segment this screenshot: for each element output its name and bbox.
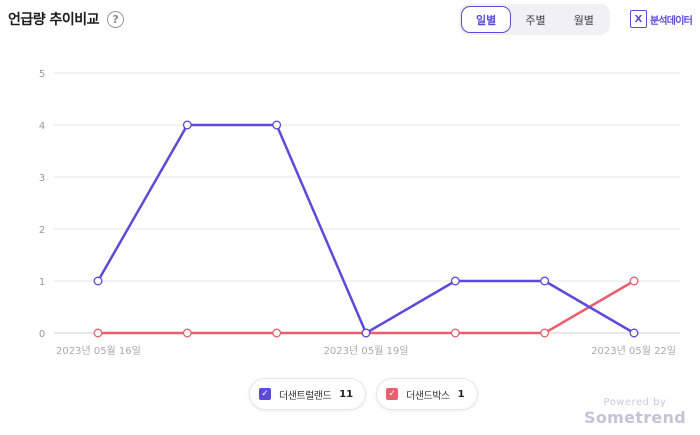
- data-point: [450, 276, 460, 286]
- y-tick-label: 3: [39, 173, 45, 184]
- data-point: [361, 328, 371, 338]
- data-point: [629, 276, 639, 286]
- data-point: [629, 328, 639, 338]
- line-chart: 0 1 2 3 4 5 2023년 05월 16일 2023년 05월 19일 2023년 05…: [39, 69, 680, 357]
- analysis-data-button[interactable]: X 분석데이터: [630, 10, 693, 28]
- help-icon[interactable]: ?: [107, 10, 125, 28]
- data-point: [93, 328, 103, 338]
- legend-series-count: 1: [457, 388, 465, 400]
- series-line: [96, 279, 636, 335]
- chart-header: 언급량 추이비교 ?: [8, 9, 125, 29]
- legend-item-series-2[interactable]: ✓ 더샌드박스 1: [376, 378, 478, 410]
- data-point: [540, 276, 550, 286]
- y-tick-label: 5: [39, 69, 45, 80]
- legend-item-series-1[interactable]: ✓ 더샌트럴랜드 11: [249, 378, 367, 410]
- brand-logo-text: Sometrend: [584, 408, 686, 427]
- powered-by-text: Powered by: [603, 397, 667, 408]
- data-point: [272, 120, 282, 130]
- y-tick-label: 0: [39, 329, 45, 340]
- legend-series-name: 더샌트럴랜드: [279, 390, 332, 402]
- legend-series-name: 더샌드박스: [406, 390, 450, 402]
- excel-icon: X: [630, 10, 647, 28]
- powered-by-logo: Powered by Sometrend: [584, 397, 686, 427]
- y-tick-label: 1: [39, 277, 45, 288]
- data-point: [272, 328, 282, 338]
- tab-daily[interactable]: 일별: [461, 6, 512, 33]
- y-tick-label: 2: [39, 225, 45, 236]
- legend-series-count: 11: [339, 388, 354, 400]
- checkbox-icon[interactable]: ✓: [259, 388, 271, 400]
- chart-legend: ✓ 더샌트럴랜드 11 ✓ 더샌드박스 1: [249, 378, 478, 410]
- data-point: [93, 276, 103, 286]
- x-tick-label: 2023년 05월 19일: [324, 345, 409, 357]
- tab-monthly[interactable]: 월별: [560, 6, 608, 33]
- analysis-data-label: 분석데이터: [650, 15, 693, 27]
- x-tick-label: 2023년 05월 16일: [56, 345, 141, 357]
- data-point: [182, 328, 192, 338]
- data-point: [450, 328, 460, 338]
- tab-weekly[interactable]: 주별: [511, 6, 559, 33]
- page-title: 언급량 추이비교: [8, 12, 100, 28]
- checkbox-icon[interactable]: ✓: [386, 388, 399, 400]
- x-tick-label: 2023년 05월 22일: [591, 345, 676, 357]
- period-toggle: 일별 주별 월별: [459, 4, 610, 35]
- data-point: [182, 120, 192, 130]
- data-point: [540, 328, 550, 338]
- y-tick-label: 4: [39, 121, 45, 132]
